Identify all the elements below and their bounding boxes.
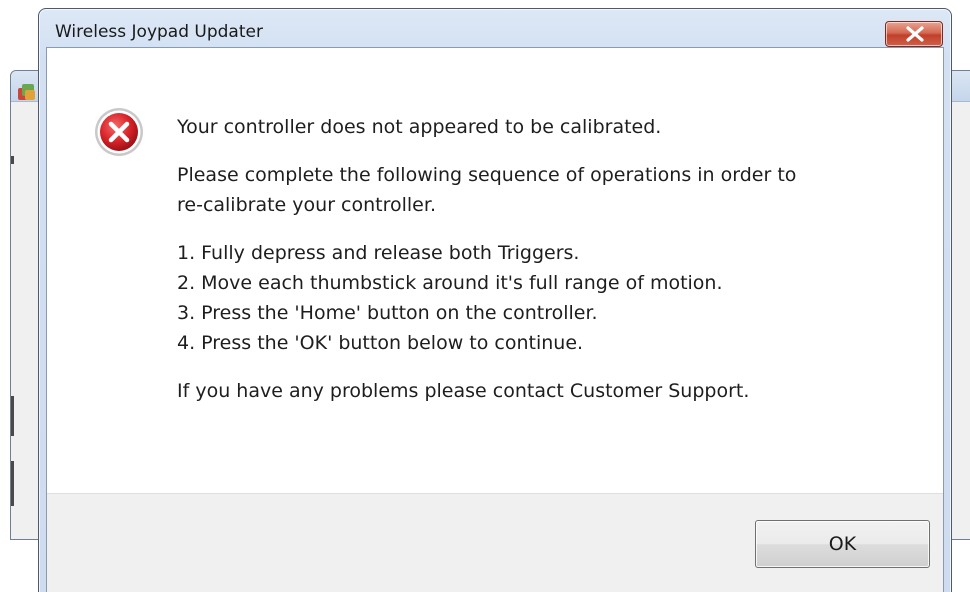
dialog-content: Your controller does not appeared to be … — [47, 48, 943, 493]
screen: Wireless Joypad Updater Your controller … — [0, 0, 970, 592]
close-button[interactable] — [885, 21, 943, 47]
background-window-edge-mark — [11, 156, 14, 164]
dialog-titlebar[interactable]: Wireless Joypad Updater — [39, 9, 951, 47]
step-1: 1. Fully depress and release both Trigge… — [177, 242, 580, 264]
dialog-client-area: Your controller does not appeared to be … — [46, 47, 944, 592]
message-support: If you have any problems please contact … — [177, 380, 750, 402]
ok-button[interactable]: OK — [755, 520, 930, 568]
background-window-edge-mark — [11, 396, 14, 436]
close-icon — [906, 26, 924, 42]
message-headline: Your controller does not appeared to be … — [177, 116, 662, 138]
error-icon — [95, 108, 143, 156]
app-icon — [18, 84, 35, 100]
step-4: 4. Press the 'OK' button below to contin… — [177, 332, 584, 354]
message-text: Your controller does not appeared to be … — [177, 112, 927, 406]
dialog-title: Wireless Joypad Updater — [55, 22, 263, 42]
message-instruction-line-2: re-calibrate your controller. — [177, 194, 436, 216]
step-3: 3. Press the 'Home' button on the contro… — [177, 302, 598, 324]
error-dialog: Wireless Joypad Updater Your controller … — [38, 8, 952, 592]
message-instruction-line-1: Please complete the following sequence o… — [177, 164, 797, 186]
dialog-button-bar: OK — [47, 493, 943, 592]
background-window-edge-mark — [11, 461, 14, 506]
step-2: 2. Move each thumbstick around it's full… — [177, 272, 723, 294]
